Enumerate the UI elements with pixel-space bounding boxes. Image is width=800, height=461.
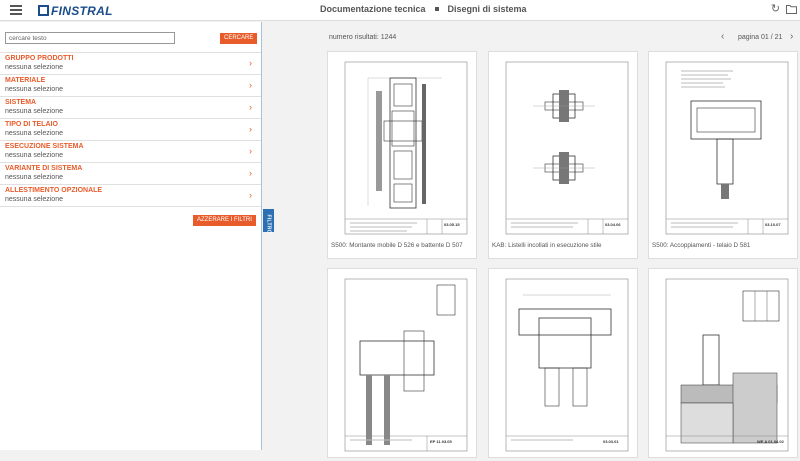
filter-tipo-di-telaio[interactable]: TIPO DI TELAIO nessuna selezione › bbox=[0, 119, 261, 141]
filter-value: nessuna selezione bbox=[5, 86, 63, 93]
filter-sistema[interactable]: SISTEMA nessuna selezione › bbox=[0, 97, 261, 119]
breadcrumb: Documentazione tecnica Disegni di sistem… bbox=[320, 4, 527, 14]
drawing-caption: S500: Montante mobile D 526 e battente D… bbox=[331, 242, 463, 249]
drawing-card[interactable]: EP 11.03.05 bbox=[327, 268, 477, 458]
filter-value: nessuna selezione bbox=[5, 130, 63, 137]
drawing-thumbnail: WE A 01.04.02 bbox=[653, 273, 795, 456]
reset-filters-button[interactable]: AZZERARE I FILTRI bbox=[193, 215, 256, 226]
filter-title: ALLESTIMENTO OPZIONALE bbox=[5, 187, 103, 194]
drawing-caption: KAB: Listelli incollati in esecuzione st… bbox=[492, 242, 602, 249]
breadcrumb-item[interactable]: Disegni di sistema bbox=[448, 4, 527, 14]
drawing-code: EP 11.03.05 bbox=[430, 439, 453, 444]
search-button[interactable]: CERCARE bbox=[220, 33, 258, 44]
results-count: numero risultati: 1244 bbox=[329, 34, 397, 41]
drawing-thumbnail: EP 11.03.05 bbox=[332, 273, 474, 456]
filter-panel: CERCARE GRUPPO PRODOTTI nessuna selezion… bbox=[0, 22, 262, 450]
drawing-card[interactable]: WE A 01.04.02 bbox=[648, 268, 798, 458]
drawing-thumbnail: 03.05.15 bbox=[332, 56, 474, 239]
filter-title: GRUPPO PRODOTTI bbox=[5, 55, 74, 62]
chevron-right-icon: › bbox=[249, 124, 252, 134]
filter-title: TIPO DI TELAIO bbox=[5, 121, 58, 128]
drawing-code: 03.03.01 bbox=[603, 439, 619, 444]
filter-esecuzione-sistema[interactable]: ESECUZIONE SISTEMA nessuna selezione › bbox=[0, 141, 261, 163]
drawing-code: WE A 01.04.02 bbox=[757, 439, 785, 444]
drawing-code: 03.04.06 bbox=[605, 222, 621, 227]
prev-page-icon[interactable]: ‹ bbox=[721, 31, 724, 42]
logo-mark bbox=[38, 5, 49, 16]
chevron-right-icon: › bbox=[249, 146, 252, 156]
chevron-right-icon: › bbox=[249, 168, 252, 178]
drawing-code: 03.10.07 bbox=[765, 222, 781, 227]
chevron-right-icon: › bbox=[249, 58, 252, 68]
drawing-card[interactable]: 03.05.15 S500: Montante mobile D 526 e b… bbox=[327, 51, 477, 259]
chevron-right-icon: › bbox=[249, 80, 252, 90]
filter-value: nessuna selezione bbox=[5, 108, 63, 115]
drawing-code: 03.05.15 bbox=[444, 222, 460, 227]
drawing-card[interactable]: 03.03.01 bbox=[488, 268, 638, 458]
next-page-icon[interactable]: › bbox=[790, 31, 793, 42]
drawing-thumbnail: 03.10.07 bbox=[653, 56, 795, 239]
drawing-card[interactable]: 03.10.07 S500: Accoppiamenti - telaio D … bbox=[648, 51, 798, 259]
filter-value: nessuna selezione bbox=[5, 174, 63, 181]
filter-title: SISTEMA bbox=[5, 99, 37, 106]
finstral-logo[interactable]: FINSTRAL bbox=[38, 3, 113, 18]
folder-icon[interactable] bbox=[786, 4, 797, 15]
filter-variante-di-sistema[interactable]: VARIANTE DI SISTEMA nessuna selezione › bbox=[0, 163, 261, 185]
filter-materiale[interactable]: MATERIALE nessuna selezione › bbox=[0, 75, 261, 97]
filter-allestimento-opzionale[interactable]: ALLESTIMENTO OPZIONALE nessuna selezione… bbox=[0, 185, 261, 207]
chevron-right-icon: › bbox=[249, 190, 252, 200]
filter-tab-label: FILTRO bbox=[265, 214, 272, 234]
filter-value: nessuna selezione bbox=[5, 196, 63, 203]
page-indicator: pagina 01 / 21 bbox=[738, 34, 783, 41]
filter-title: VARIANTE DI SISTEMA bbox=[5, 165, 83, 172]
search-input[interactable] bbox=[5, 32, 175, 44]
filter-title: MATERIALE bbox=[5, 77, 46, 84]
filter-list: GRUPPO PRODOTTI nessuna selezione › MATE… bbox=[0, 52, 261, 207]
chevron-right-icon: › bbox=[249, 102, 252, 112]
drawing-card[interactable]: 03.04.06 KAB: Listelli incollati in esec… bbox=[488, 51, 638, 259]
logo-text: FINSTRAL bbox=[51, 3, 113, 18]
top-header: FINSTRAL Documentazione tecnica Disegni … bbox=[0, 0, 800, 21]
filter-toggle-tab[interactable]: FILTRO bbox=[263, 209, 274, 234]
filter-title: ESECUZIONE SISTEMA bbox=[5, 143, 84, 150]
filter-gruppo-prodotti[interactable]: GRUPPO PRODOTTI nessuna selezione › bbox=[0, 53, 261, 75]
breadcrumb-item[interactable]: Documentazione tecnica bbox=[320, 4, 426, 14]
breadcrumb-separator bbox=[434, 7, 439, 11]
drawing-caption: S500: Accoppiamenti - telaio D 581 bbox=[652, 242, 751, 249]
filter-value: nessuna selezione bbox=[5, 152, 63, 159]
drawing-thumbnail: 03.03.01 bbox=[493, 273, 635, 456]
filter-value: nessuna selezione bbox=[5, 64, 63, 71]
drawing-thumbnail: 03.04.06 bbox=[493, 56, 635, 239]
hamburger-menu-icon[interactable] bbox=[10, 5, 22, 15]
refresh-icon[interactable]: ↻ bbox=[770, 4, 781, 15]
